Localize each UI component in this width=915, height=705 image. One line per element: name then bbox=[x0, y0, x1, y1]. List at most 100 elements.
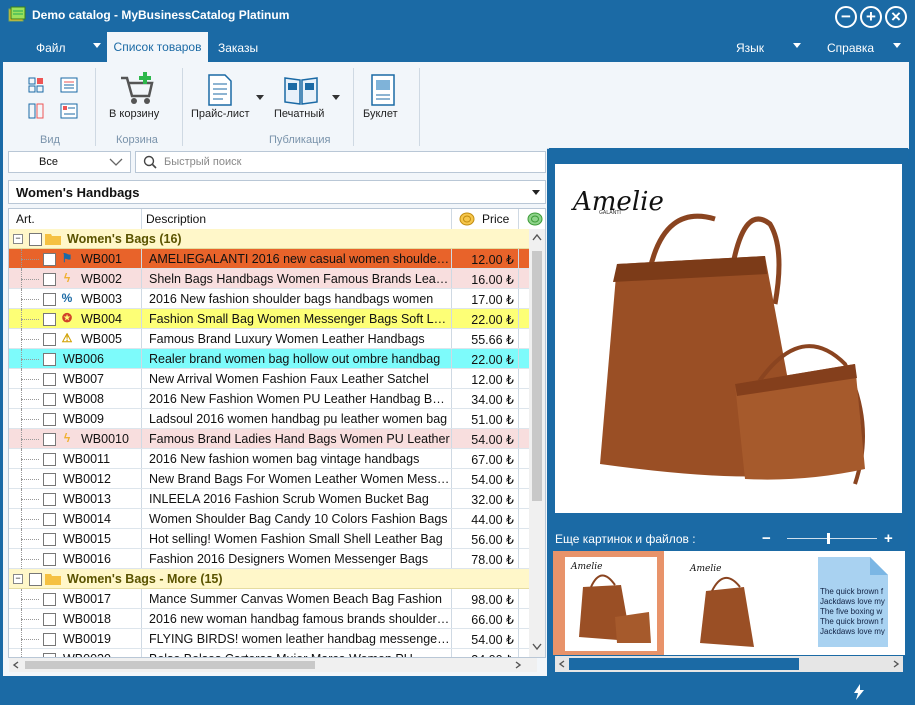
cell-art: WB0012 bbox=[63, 472, 111, 486]
row-checkbox[interactable] bbox=[43, 393, 56, 406]
print-catalog-icon[interactable] bbox=[283, 74, 319, 106]
table-row[interactable]: WB009 Ladsoul 2016 women handbag pu leath… bbox=[9, 409, 529, 429]
scroll-left-icon[interactable] bbox=[12, 661, 20, 669]
row-checkbox[interactable] bbox=[43, 313, 56, 326]
row-checkbox[interactable] bbox=[43, 473, 56, 486]
row-checkbox[interactable] bbox=[43, 553, 56, 566]
group-checkbox[interactable] bbox=[29, 233, 42, 246]
row-checkbox[interactable] bbox=[43, 513, 56, 526]
lightning-icon[interactable] bbox=[853, 684, 865, 700]
table-row[interactable]: % WB003 2016 New fashion shoulder bags han… bbox=[9, 289, 529, 309]
thumbnail-scroll-thumb[interactable] bbox=[569, 658, 799, 670]
table-row[interactable]: WB007 New Arrival Women Fashion Faux Leat… bbox=[9, 369, 529, 389]
row-checkbox[interactable] bbox=[43, 533, 56, 546]
collapse-icon[interactable]: − bbox=[13, 574, 23, 584]
table-row[interactable]: WB0011 2016 New fashion women bag vintage… bbox=[9, 449, 529, 469]
price-list-dropdown-icon[interactable] bbox=[256, 95, 264, 100]
table-row[interactable]: ⚑ WB001 AMELIEGALANTI 2016 new casual wome… bbox=[9, 249, 530, 269]
row-checkbox[interactable] bbox=[43, 433, 56, 446]
row-checkbox[interactable] bbox=[43, 253, 56, 266]
table-row[interactable]: WB0017 Mance Summer Canvas Women Beach Ba… bbox=[9, 589, 529, 609]
row-checkbox[interactable] bbox=[43, 353, 56, 366]
row-checkbox[interactable] bbox=[43, 333, 56, 346]
table-row[interactable]: WB0018 2016 new woman handbag famous bran… bbox=[9, 609, 529, 629]
table-row[interactable]: WB0014 Women Shoulder Bag Candy 10 Colors… bbox=[9, 509, 529, 529]
row-checkbox[interactable] bbox=[43, 613, 56, 626]
thumbnail[interactable]: Amelie bbox=[680, 557, 772, 651]
print-dropdown-icon[interactable] bbox=[332, 95, 340, 100]
scroll-right-icon[interactable] bbox=[514, 661, 522, 669]
group-row[interactable]: − Women's Bags (16) bbox=[9, 229, 529, 249]
view-details-icon[interactable] bbox=[60, 102, 78, 120]
tab-products[interactable]: Список товаров bbox=[107, 32, 208, 62]
table-row[interactable]: WB0013 INLEELA 2016 Fashion Scrub Women B… bbox=[9, 489, 529, 509]
column-header-description[interactable]: Description bbox=[146, 212, 206, 226]
file-dropdown-icon[interactable] bbox=[93, 43, 101, 48]
row-checkbox[interactable] bbox=[43, 593, 56, 606]
horizontal-scroll-thumb[interactable] bbox=[25, 661, 315, 669]
tree-line bbox=[21, 459, 39, 460]
maximize-icon[interactable]: + bbox=[860, 6, 882, 28]
close-icon[interactable]: × bbox=[885, 6, 907, 28]
vertical-scroll-thumb[interactable] bbox=[532, 251, 542, 501]
table-row[interactable]: WB008 2016 New Fashion Women PU Leather H… bbox=[9, 389, 529, 409]
table-row[interactable]: ⚠ WB005 Famous Brand Luxury Women Leather … bbox=[9, 329, 529, 349]
menu-help[interactable]: Справка bbox=[827, 41, 874, 55]
zoom-slider-thumb[interactable] bbox=[827, 533, 830, 544]
scroll-up-icon[interactable] bbox=[532, 233, 542, 241]
price-list-button[interactable]: Прайс-лист bbox=[191, 108, 250, 120]
search-input[interactable]: Быстрый поиск bbox=[135, 151, 546, 173]
thumbnail-document[interactable]: The quick brown f Jackdaws love my The f… bbox=[816, 555, 889, 649]
row-checkbox[interactable] bbox=[43, 493, 56, 506]
tab-orders[interactable]: Заказы bbox=[218, 41, 258, 55]
row-checkbox[interactable] bbox=[43, 413, 56, 426]
help-dropdown-icon[interactable] bbox=[893, 43, 901, 48]
group-checkbox[interactable] bbox=[29, 573, 42, 586]
add-to-cart-button[interactable]: В корзину bbox=[109, 108, 159, 120]
product-image[interactable]: Amelie GALANTI bbox=[555, 164, 902, 513]
thumbnail-scrollbar[interactable] bbox=[555, 656, 903, 672]
zoom-out-icon[interactable]: − bbox=[762, 530, 771, 547]
row-checkbox[interactable] bbox=[43, 453, 56, 466]
table-row[interactable]: WB0012 New Brand Bags For Women Leather W… bbox=[9, 469, 529, 489]
row-checkbox[interactable] bbox=[43, 273, 56, 286]
category-select[interactable]: Women's Handbags bbox=[8, 180, 546, 204]
scroll-left-icon[interactable] bbox=[558, 660, 566, 668]
table-row[interactable]: WB0016 Fashion 2016 Designers Women Messe… bbox=[9, 549, 529, 569]
table-row[interactable]: WB0020Bolso Bolsos Carteras Mujer Marca … bbox=[9, 649, 529, 657]
row-checkbox[interactable] bbox=[43, 373, 56, 386]
view-list-icon[interactable] bbox=[60, 76, 78, 94]
view-grid-icon[interactable] bbox=[27, 76, 45, 94]
category-dropdown-icon[interactable] bbox=[532, 190, 540, 195]
horizontal-scrollbar[interactable] bbox=[9, 658, 537, 672]
menu-file[interactable]: Файл bbox=[36, 41, 66, 55]
print-catalog-button[interactable]: Печатный bbox=[274, 108, 324, 120]
table-row[interactable]: WB0019 FLYING BIRDS! women leather handba… bbox=[9, 629, 529, 649]
table-row[interactable]: ϟ WB002 Sheln Bags Handbags Women Famous B… bbox=[9, 269, 530, 289]
filter-select[interactable]: Все bbox=[8, 151, 131, 173]
scroll-down-icon[interactable] bbox=[532, 643, 542, 651]
table-row[interactable]: ϟ WB0010 Famous Brand Ladies Hand Bags Wom… bbox=[9, 429, 530, 449]
language-dropdown-icon[interactable] bbox=[793, 43, 801, 48]
column-header-price[interactable]: Price bbox=[482, 212, 509, 226]
view-tiles-icon[interactable] bbox=[27, 102, 45, 120]
table-row[interactable]: WB006 Realer brand women bag hollow out o… bbox=[9, 349, 530, 369]
booklet-button[interactable]: Буклет bbox=[363, 108, 398, 120]
booklet-icon[interactable] bbox=[370, 74, 396, 106]
menu-language[interactable]: Язык bbox=[736, 41, 764, 55]
collapse-icon[interactable]: − bbox=[13, 234, 23, 244]
thumbnail-selected[interactable]: Amelie bbox=[553, 551, 664, 655]
table-row[interactable]: ✪ WB004 Fashion Small Bag Women Messenger … bbox=[9, 309, 530, 329]
column-header-art[interactable]: Art. bbox=[16, 212, 35, 226]
add-to-cart-icon[interactable] bbox=[119, 72, 155, 106]
table-row[interactable]: WB0015 Hot selling! Women Fashion Small S… bbox=[9, 529, 529, 549]
scroll-right-icon[interactable] bbox=[892, 660, 900, 668]
minimize-icon[interactable]: − bbox=[835, 6, 857, 28]
group-row[interactable]: − Women's Bags - More (15) bbox=[9, 569, 529, 589]
price-list-icon[interactable] bbox=[207, 74, 233, 106]
row-checkbox[interactable] bbox=[43, 633, 56, 646]
vertical-scrollbar[interactable] bbox=[529, 229, 545, 657]
zoom-slider-track[interactable] bbox=[787, 538, 877, 539]
zoom-in-icon[interactable]: + bbox=[884, 530, 893, 547]
row-checkbox[interactable] bbox=[43, 293, 56, 306]
